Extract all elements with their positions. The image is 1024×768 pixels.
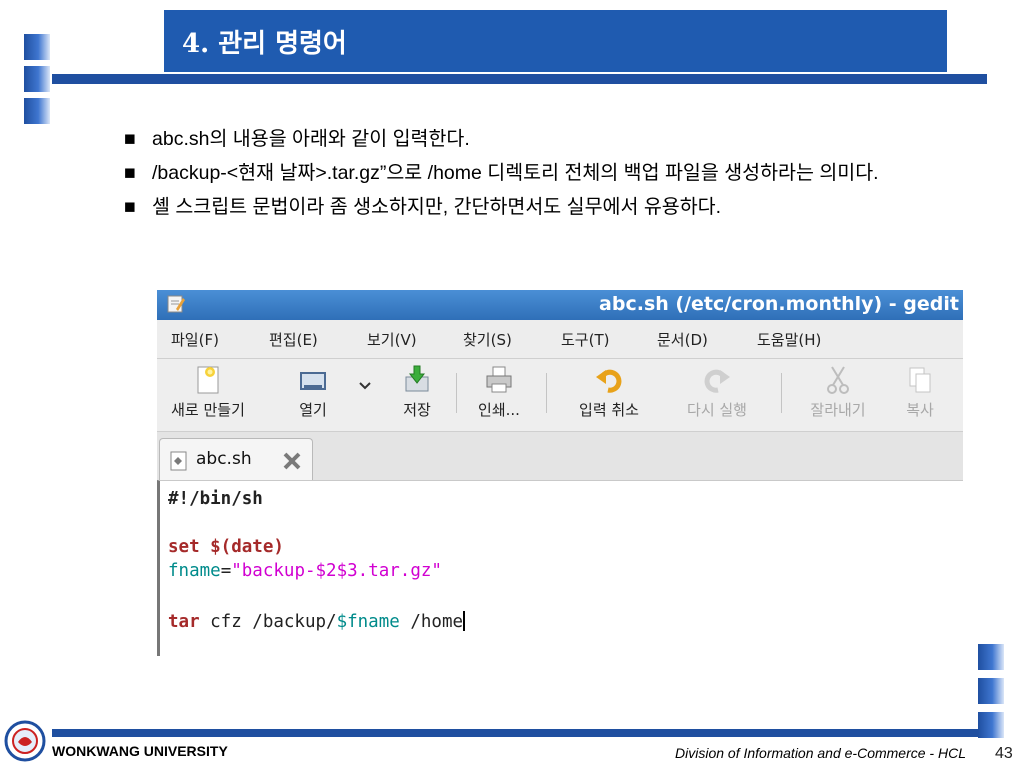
save-label: 저장 bbox=[403, 401, 431, 419]
decor-square bbox=[978, 644, 1004, 670]
gedit-app-icon bbox=[167, 295, 185, 313]
code-line: set $(date) bbox=[168, 537, 284, 557]
bullet-text: 셸 스크립트 문법이라 좀 생소하지만, 간단하면서도 실무에서 유용하다. bbox=[152, 196, 722, 218]
menu-tools[interactable]: 도구(T) bbox=[561, 329, 609, 350]
copy-button[interactable]: 복사 bbox=[895, 363, 945, 420]
tab-abc-sh[interactable]: abc.sh bbox=[159, 438, 313, 481]
toolbar-separator bbox=[546, 373, 547, 413]
undo-label: 입력 취소 bbox=[579, 401, 639, 419]
keyword: tar bbox=[168, 612, 200, 632]
undo-icon bbox=[596, 369, 622, 393]
redo-label: 다시 실행 bbox=[687, 401, 747, 419]
code-line: tar cfz /backup/$fname /home bbox=[168, 611, 466, 632]
bullet-item: ■ 셸 스크립트 문법이라 좀 생소하지만, 간단하면서도 실무에서 유용하다. bbox=[124, 193, 984, 221]
title-band: 4. 관리 명령어 bbox=[164, 10, 947, 72]
bullet-marker: ■ bbox=[124, 128, 136, 150]
bullet-marker: ■ bbox=[124, 162, 136, 184]
command-sub: $(date) bbox=[199, 537, 284, 557]
cut-button[interactable]: 잘라내기 bbox=[797, 363, 879, 420]
window-titlebar: abc.sh (/etc/cron.monthly) - gedit bbox=[157, 290, 963, 320]
menu-view[interactable]: 보기(V) bbox=[367, 329, 417, 350]
text-file-icon bbox=[170, 451, 187, 471]
save-button[interactable]: 저장 bbox=[395, 363, 439, 420]
page-number: 43 bbox=[995, 745, 1013, 762]
toolbar-separator bbox=[781, 373, 782, 413]
decor-square bbox=[24, 34, 50, 60]
gedit-window: abc.sh (/etc/cron.monthly) - gedit 파일(F)… bbox=[157, 290, 963, 656]
cut-label: 잘라내기 bbox=[810, 401, 866, 419]
keyword: set bbox=[168, 537, 200, 557]
copy-label: 복사 bbox=[906, 401, 934, 419]
toolbar: 새로 만들기 열기 저장 인쇄... 입력 취소 다시 실행 잘라내기 복사 bbox=[157, 359, 963, 432]
code-editor[interactable]: #!/bin/sh set $(date) fname="backup-$2$3… bbox=[157, 480, 963, 656]
division-name: Division of Information and e-Commerce -… bbox=[675, 745, 966, 761]
bottom-rule bbox=[52, 729, 978, 737]
open-button[interactable]: 열기 bbox=[291, 363, 335, 420]
bullet-text: /backup-<현재 날짜>.tar.gz”으로 /home 디렉토리 전체의… bbox=[152, 162, 879, 184]
bullet-text: abc.sh의 내용을 아래와 같이 입력한다. bbox=[152, 128, 470, 150]
tab-label: abc.sh bbox=[196, 449, 252, 469]
decor-square bbox=[978, 678, 1004, 704]
new-button[interactable]: 새로 만들기 bbox=[165, 363, 251, 420]
code-text: cfz /backup/ bbox=[199, 612, 337, 632]
variable: fname bbox=[168, 561, 221, 581]
variable: $fname bbox=[336, 612, 400, 632]
menu-help[interactable]: 도움말(H) bbox=[757, 329, 821, 350]
menu-bar: 파일(F) 편집(E) 보기(V) 찾기(S) 도구(T) 문서(D) 도움말(… bbox=[157, 320, 963, 359]
text-cursor bbox=[463, 611, 466, 631]
close-icon[interactable] bbox=[282, 451, 302, 471]
tab-bar: abc.sh bbox=[157, 432, 963, 481]
new-label: 새로 만들기 bbox=[171, 401, 245, 419]
code-line: fname="backup-$2$3.tar.gz" bbox=[168, 561, 442, 581]
print-button[interactable]: 인쇄... bbox=[469, 363, 529, 420]
copy-icon bbox=[909, 367, 931, 393]
open-label: 열기 bbox=[299, 401, 327, 419]
printer-icon bbox=[486, 366, 512, 393]
menu-file[interactable]: 파일(F) bbox=[171, 329, 219, 350]
print-label: 인쇄... bbox=[478, 401, 520, 419]
bullet-item: ■ /backup-<현재 날짜>.tar.gz”으로 /home 디렉토리 전… bbox=[124, 159, 984, 187]
scissors-icon bbox=[827, 366, 849, 394]
code-line: #!/bin/sh bbox=[168, 489, 263, 509]
operator: = bbox=[220, 561, 232, 581]
menu-edit[interactable]: 편집(E) bbox=[269, 329, 318, 350]
redo-button[interactable]: 다시 실행 bbox=[671, 363, 763, 420]
top-rule bbox=[52, 74, 987, 84]
window-title: abc.sh (/etc/cron.monthly) - gedit bbox=[599, 293, 959, 315]
shebang: #!/bin/sh bbox=[168, 489, 263, 509]
new-document-icon bbox=[197, 366, 219, 394]
bullet-item: ■ abc.sh의 내용을 아래와 같이 입력한다. bbox=[124, 125, 984, 153]
redo-icon bbox=[704, 369, 730, 393]
bullet-marker: ■ bbox=[124, 196, 136, 218]
open-dropdown[interactable] bbox=[357, 381, 373, 393]
university-seal-icon bbox=[4, 720, 46, 762]
menu-search[interactable]: 찾기(S) bbox=[463, 329, 512, 350]
save-icon bbox=[405, 365, 429, 392]
toolbar-separator bbox=[456, 373, 457, 413]
slide-title: 4. 관리 명령어 bbox=[182, 29, 347, 59]
undo-button[interactable]: 입력 취소 bbox=[563, 363, 655, 420]
string-literal: "backup-$2$3.tar.gz" bbox=[231, 561, 442, 581]
open-folder-icon bbox=[300, 372, 326, 390]
decor-square bbox=[978, 712, 1004, 738]
bullet-list: ■ abc.sh의 내용을 아래와 같이 입력한다. ■ /backup-<현재… bbox=[124, 125, 984, 227]
menu-documents[interactable]: 문서(D) bbox=[657, 329, 708, 350]
university-name: WONKWANG UNIVERSITY bbox=[52, 743, 228, 759]
chevron-down-icon bbox=[359, 382, 371, 390]
decor-square bbox=[24, 66, 50, 92]
code-text: /home bbox=[399, 612, 464, 632]
decor-square bbox=[24, 98, 50, 124]
